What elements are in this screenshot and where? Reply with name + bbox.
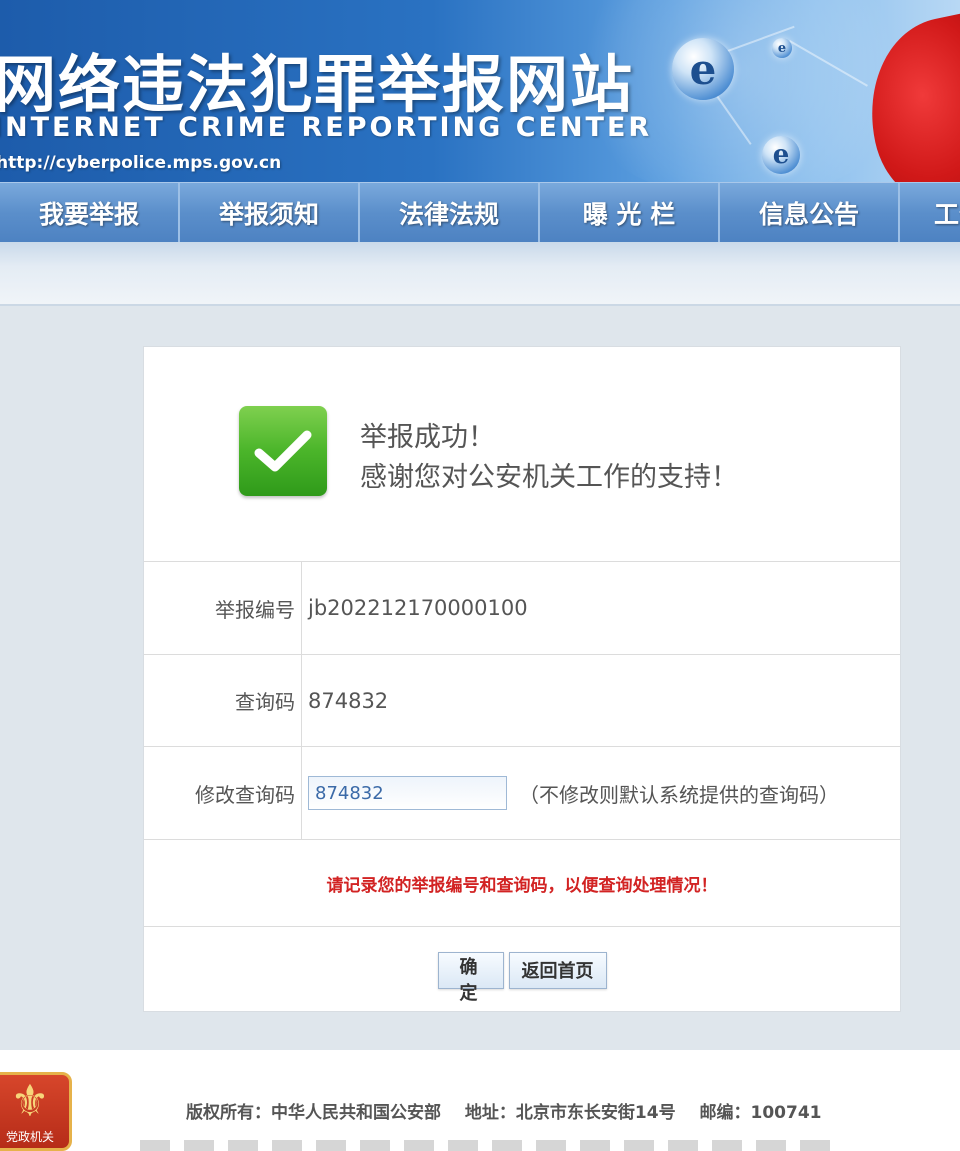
record-notice: 请记录您的举报编号和查询码，以便查询处理情况！ [326,875,718,896]
report-number-value: jb202212170000100 [308,596,528,620]
site-banner: e e e 网络违法犯罪举报网站 INTERNET CRIME REPORTIN… [0,0,960,182]
party-government-emblem-icon[interactable]: ⚜ 党政机关 [0,1072,72,1151]
site-footer: ⚜ 党政机关 版权所有：中华人民共和国公安部 地址：北京市东长安街14号 邮编：… [0,1050,960,1151]
report-number-label: 举报编号 [144,562,302,654]
site-subtitle-en: INTERNET CRIME REPORTING CENTER [0,112,653,143]
confirm-button[interactable]: 确 定 [437,951,504,1004]
query-code-label: 查询码 [144,655,302,746]
nav-item-laws[interactable]: 法律法规 [360,183,540,242]
action-buttons: 确 定 返回首页 [144,927,900,1013]
report-number-row: 举报编号 jb202212170000100 [144,562,900,655]
query-code-input[interactable] [308,776,507,810]
back-home-button[interactable]: 返回首页 [508,951,607,989]
edit-query-code-row: 修改查询码 （不修改则默认系统提供的查询码） [144,747,900,840]
footer-postcode: 邮编：100741 [699,1103,822,1123]
footer-record-line [140,1140,840,1151]
nav-item-exposure[interactable]: 曝 光 栏 [540,183,720,242]
nav-item-report[interactable]: 我要举报 [0,183,180,242]
nav-item-announcements[interactable]: 信息公告 [720,183,900,242]
footer-copyright: 版权所有：中华人民共和国公安部 地址：北京市东长安街14号 邮编：100741 [186,1098,840,1123]
e-logo-icon: e [762,136,800,174]
checkmark-icon [239,406,327,496]
footer-address: 地址：北京市东长安街14号 [464,1103,676,1123]
nav-item-work[interactable]: 工作 [900,183,960,242]
query-code-value: 874832 [308,688,389,713]
main-nav: 我要举报 举报须知 法律法规 曝 光 栏 信息公告 工作 [0,182,960,242]
query-code-row: 查询码 874832 [144,655,900,747]
report-result-card: 举报成功！ 感谢您对公安机关工作的支持！ 举报编号 jb202212170000… [143,346,901,1012]
emblem-glyph: ⚜ [10,1076,50,1127]
success-panel: 举报成功！ 感谢您对公安机关工作的支持！ [144,347,900,562]
nav-item-guidelines[interactable]: 举报须知 [180,183,360,242]
e-logo-icon: e [672,38,734,100]
query-code-hint: （不修改则默认系统提供的查询码） [519,782,839,807]
edit-query-code-label: 修改查询码 [144,747,302,839]
success-thanks: 感谢您对公安机关工作的支持！ [360,462,738,493]
copyright-owner: 版权所有：中华人民共和国公安部 [186,1103,441,1123]
success-title: 举报成功！ [360,422,495,453]
edit-query-code-cell: （不修改则默认系统提供的查询码） [308,747,839,839]
notice-row: 请记录您的举报编号和查询码，以便查询处理情况！ [144,840,900,927]
emblem-caption: 党政机关 [5,1130,54,1144]
site-url: http://cyberpolice.mps.gov.cn [0,153,282,173]
site-title: 网络违法犯罪举报网站 [0,48,635,121]
sub-bar [0,242,960,306]
e-logo-icon: e [772,38,792,58]
